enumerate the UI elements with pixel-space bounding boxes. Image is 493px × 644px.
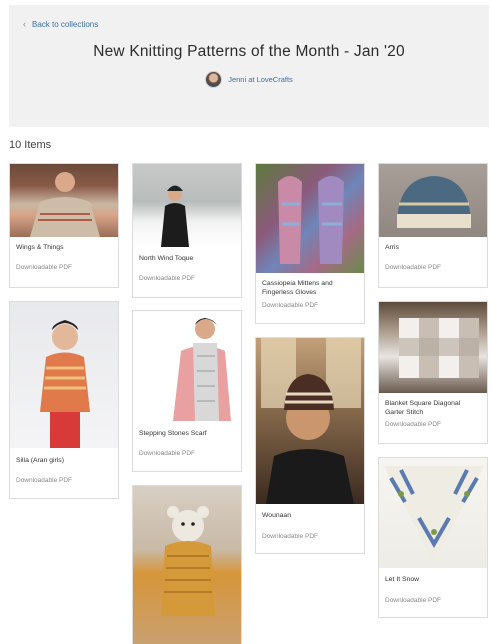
pattern-image: [133, 486, 241, 644]
bear-toy-photo-icon: [161, 506, 215, 616]
pattern-name: Stepping Stones Scarf: [139, 430, 207, 437]
pattern-format: Downloadable PDF: [139, 275, 196, 282]
pattern-format: Downloadable PDF: [16, 264, 73, 271]
pattern-format: Downloadable PDF: [385, 597, 442, 604]
pattern-format: Downloadable PDF: [262, 533, 319, 540]
pattern-card[interactable]: Let It Snow Downloadable PDF: [378, 457, 488, 618]
pattern-image: [256, 164, 364, 273]
pattern-name: Cassiopeia Mittens and Fingerless Gloves: [262, 280, 333, 296]
pattern-card[interactable]: Arris Downloadable PDF: [378, 163, 488, 288]
back-link-label: Back to collections: [32, 19, 99, 29]
shawl-photo-icon: [384, 466, 484, 563]
pattern-card[interactable]: North Wind Toque Downloadable PDF: [132, 163, 242, 298]
collection-header: ‹ Back to collections New Knitting Patte…: [9, 5, 489, 127]
back-to-collections-link[interactable]: ‹ Back to collections: [23, 19, 98, 29]
pattern-image: [133, 164, 241, 247]
pattern-card[interactable]: Wings & Things Downloadable PDF: [9, 163, 119, 288]
pattern-name: Blanket Square Diagonal Garter Stitch: [385, 400, 461, 416]
pattern-format: Downloadable PDF: [385, 421, 442, 428]
pattern-card[interactable]: [132, 485, 242, 644]
pattern-image: [379, 164, 487, 237]
pattern-image: [379, 458, 487, 568]
item-count: 10 Items: [9, 139, 52, 151]
toque-photo-icon: [161, 185, 189, 247]
avatar: [205, 71, 223, 88]
pattern-card[interactable]: Wounaan Downloadable PDF: [255, 337, 365, 554]
page-title: New Knitting Patterns of the Month - Jan…: [93, 43, 405, 60]
child-sweater-photo-icon: [40, 320, 90, 448]
pattern-name: North Wind Toque: [139, 255, 194, 262]
pattern-format: Downloadable PDF: [139, 450, 196, 457]
pattern-image: [10, 302, 118, 448]
sweater-photo-icon: [30, 172, 100, 237]
beanie-photo-icon: [397, 176, 471, 228]
pattern-name: Wounaan: [262, 512, 291, 519]
pattern-format: Downloadable PDF: [262, 302, 319, 309]
pattern-card[interactable]: Silla (Aran girls) Downloadable PDF: [9, 301, 119, 499]
author-name: Jenni at LoveCrafts: [228, 75, 293, 84]
scarf-photo-icon: [173, 318, 231, 421]
author-link[interactable]: Jenni at LoveCrafts: [9, 71, 489, 88]
mittens-photo-icon: [278, 176, 344, 264]
pattern-format: Downloadable PDF: [16, 477, 73, 484]
pattern-card[interactable]: Blanket Square Diagonal Garter Stitch Do…: [378, 301, 488, 444]
pattern-image: [379, 302, 487, 393]
pattern-image: [256, 338, 364, 504]
blanket-photo-icon: [399, 318, 479, 378]
pattern-name: Wings & Things: [16, 244, 64, 251]
pattern-card[interactable]: Stepping Stones Scarf Downloadable PDF: [132, 310, 242, 472]
pattern-name: Let It Snow: [385, 576, 420, 583]
fair-isle-hat-photo-icon: [261, 338, 361, 504]
pattern-format: Downloadable PDF: [385, 264, 442, 271]
pattern-card[interactable]: Cassiopeia Mittens and Fingerless Gloves…: [255, 163, 365, 324]
pattern-image: [10, 164, 118, 237]
chevron-left-icon: ‹: [23, 19, 26, 29]
pattern-name: Arris: [385, 244, 399, 251]
pattern-name: Silla (Aran girls): [16, 457, 64, 464]
pattern-image: [133, 311, 241, 421]
